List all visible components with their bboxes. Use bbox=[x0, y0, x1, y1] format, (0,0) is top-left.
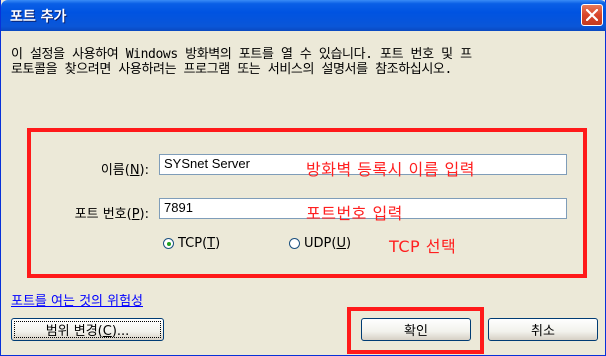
close-x-icon bbox=[586, 9, 598, 21]
title-bar[interactable]: 포트 추가 bbox=[1, 0, 606, 31]
name-label-prefix: 이름( bbox=[100, 163, 130, 178]
description-line-1: 이 설정을 사용하여 Windows 방화벽의 포트를 열 수 있습니다. 포트… bbox=[11, 47, 472, 62]
port-label-prefix: 포트 번호( bbox=[74, 207, 132, 222]
change-scope-label: 범위 변경(C)... bbox=[45, 324, 130, 339]
cancel-button[interactable]: 취소 bbox=[488, 318, 598, 341]
radio-unselected-icon bbox=[289, 238, 300, 249]
protocol-hint-annotation: TCP 선택 bbox=[389, 237, 457, 256]
port-hint-annotation: 포트번호 입력 bbox=[306, 204, 403, 223]
radio-selected-icon bbox=[163, 238, 174, 249]
window-title: 포트 추가 bbox=[10, 9, 67, 25]
port-label-accelerator: P bbox=[131, 207, 140, 222]
add-port-dialog: 포트 추가 이 설정을 사용하여 Windows 방화벽의 포트를 열 수 있습… bbox=[0, 0, 606, 356]
name-label-accelerator: N bbox=[129, 163, 140, 178]
name-label: 이름(N): bbox=[71, 159, 149, 178]
port-label: 포트 번호(P): bbox=[35, 203, 149, 222]
port-field-value: 7891 bbox=[164, 200, 193, 215]
port-risk-link[interactable]: 포트를 여는 것의 위험성 bbox=[11, 290, 143, 309]
name-hint-annotation: 방화벽 등록시 이름 입력 bbox=[306, 160, 475, 179]
udp-radio[interactable]: UDP(U) bbox=[289, 236, 351, 251]
port-label-suffix: ): bbox=[139, 207, 149, 222]
name-label-suffix: ): bbox=[139, 163, 149, 178]
ok-button[interactable]: 확인 bbox=[361, 318, 471, 341]
description-line-2: 로토콜을 찾으려면 사용하려는 프로그램 또는 서비스의 설명서를 참조하십시오… bbox=[11, 62, 452, 77]
close-button[interactable] bbox=[581, 4, 603, 26]
change-scope-button[interactable]: 범위 변경(C)... bbox=[11, 318, 164, 341]
udp-radio-label: UDP(U) bbox=[304, 236, 352, 251]
tcp-radio-label: TCP(T) bbox=[178, 236, 221, 251]
name-field-value: SYSnet Server bbox=[164, 156, 250, 171]
ok-button-label: 확인 bbox=[404, 324, 428, 339]
tcp-radio[interactable]: TCP(T) bbox=[163, 236, 220, 251]
description-text: 이 설정을 사용하여 Windows 방화벽의 포트를 열 수 있습니다. 포트… bbox=[11, 47, 601, 77]
cancel-button-label: 취소 bbox=[531, 324, 555, 339]
